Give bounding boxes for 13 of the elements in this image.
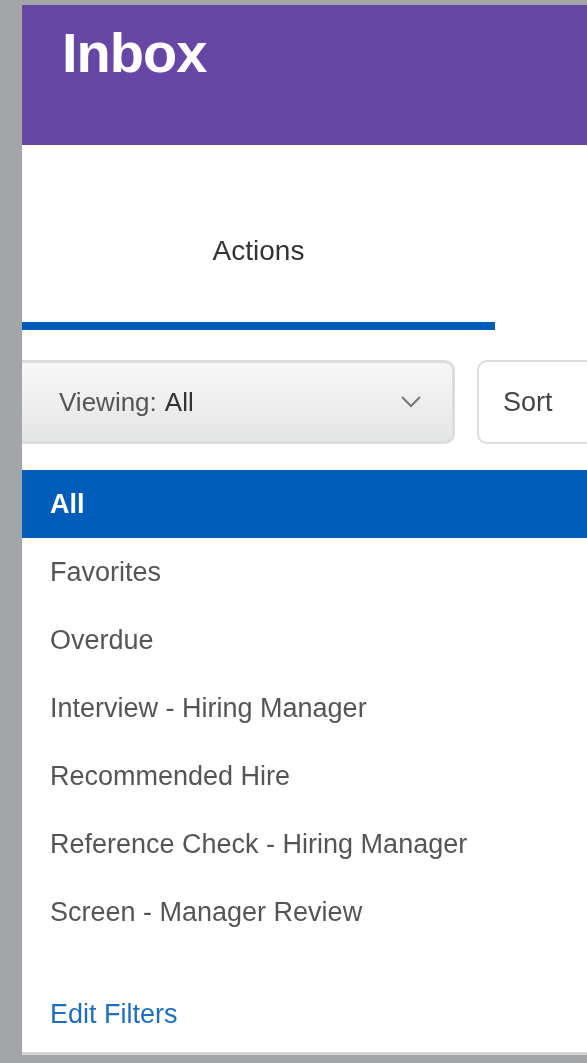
filter-option[interactable]: All [22,470,587,538]
filter-option[interactable]: Favorites [22,538,587,606]
viewing-dropdown[interactable]: Viewing: All [22,360,455,444]
filter-option[interactable]: Interview - Hiring Manager [22,674,587,742]
tab[interactable]: Actions [22,210,495,330]
page-title: Inbox [62,25,207,81]
filter-option[interactable]: Screen - Manager Review [22,878,587,946]
filter-option[interactable]: Recommended Hire [22,742,587,810]
edit-filters-link[interactable]: Edit Filters [50,999,178,1029]
sort-button[interactable]: Sort [477,360,587,444]
filter-option[interactable]: Overdue [22,606,587,674]
filter-option[interactable]: Reference Check - Hiring Manager [22,810,587,878]
chevron-down-icon [400,395,422,409]
